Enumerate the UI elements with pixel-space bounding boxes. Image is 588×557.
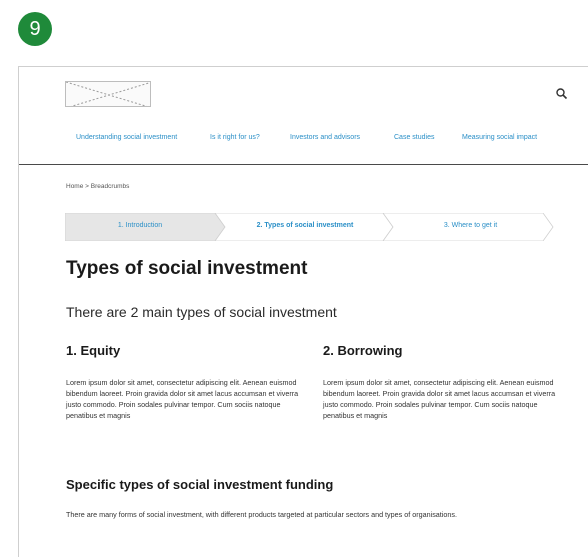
logo-placeholder-icon[interactable] — [65, 81, 151, 107]
equity-heading: 1. Equity — [66, 343, 121, 358]
nav-item-impact[interactable]: Measuring social impact — [462, 134, 537, 141]
nav-item-right-for-us[interactable]: Is it right for us? — [210, 134, 260, 141]
search-icon[interactable] — [555, 87, 569, 101]
funding-description: There are many forms of social investmen… — [66, 510, 457, 519]
page-frame: Understanding social investment Is it ri… — [18, 66, 588, 557]
nav-item-understanding[interactable]: Understanding social investment — [76, 134, 177, 141]
step-introduction[interactable]: 1. Introduction — [65, 222, 215, 229]
page-title: Types of social investment — [66, 258, 308, 279]
nav-item-investors[interactable]: Investors and advisors — [290, 134, 360, 141]
step-types-of-social-investment[interactable]: 2. Types of social investment — [225, 222, 385, 229]
step-where-to-get-it[interactable]: 3. Where to get it — [393, 222, 548, 229]
header-divider — [19, 164, 588, 165]
funding-subheading: Specific types of social investment fund… — [66, 477, 334, 492]
equity-body: Lorem ipsum dolor sit amet, consectetur … — [66, 378, 299, 420]
step-number-badge: 9 — [18, 12, 52, 46]
nav-item-case-studies[interactable]: Case studies — [394, 134, 434, 141]
breadcrumb[interactable]: Home > Breadcrumbs — [66, 183, 129, 190]
borrowing-heading: 2. Borrowing — [323, 343, 403, 358]
borrowing-body: Lorem ipsum dolor sit amet, consectetur … — [323, 378, 556, 420]
intro-text: There are 2 main types of social investm… — [66, 304, 337, 320]
progress-steps: 1. Introduction 2. Types of social inves… — [65, 213, 555, 241]
